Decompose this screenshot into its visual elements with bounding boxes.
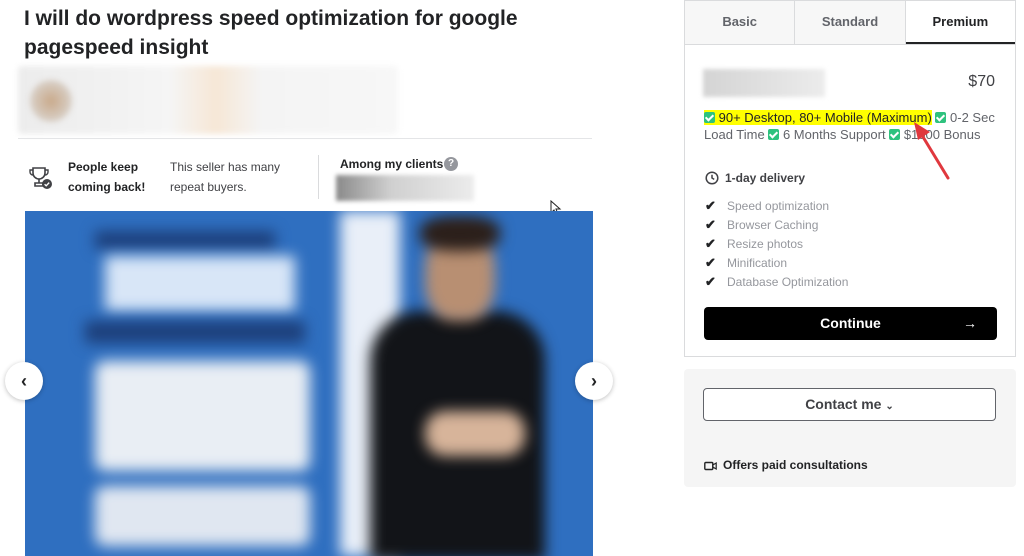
among-my-clients-label: Among my clients: [340, 157, 444, 171]
contact-panel: Contact me ⌄ Offers paid consultations: [684, 369, 1016, 487]
gallery-blur-shape: [105, 256, 295, 311]
package-panel: Basic Standard Premium $70 90+ Desktop, …: [684, 0, 1016, 357]
contact-me-button[interactable]: Contact me ⌄: [703, 388, 996, 421]
arrow-right-icon: →: [963, 315, 977, 331]
clock-icon: [705, 171, 719, 185]
seller-info-blurred: [18, 66, 398, 134]
continue-label: Continue: [820, 315, 881, 331]
list-item: ✔ Speed optimization: [705, 196, 848, 215]
list-item: ✔ Database Optimization: [705, 272, 848, 291]
repeat-buyers-text: This seller has many repeat buyers.: [170, 160, 281, 194]
package-price: $70: [968, 73, 995, 90]
desc-support: 6 Months Support: [782, 127, 886, 142]
vertical-divider: [318, 155, 319, 199]
feature-label: Minification: [727, 255, 788, 270]
help-icon[interactable]: ?: [444, 157, 458, 171]
green-check-icon: [704, 112, 715, 123]
red-annotation-arrow-icon: [914, 122, 950, 180]
paid-consult-label: Offers paid consultations: [723, 458, 868, 472]
gallery-blur-shape: [95, 361, 310, 471]
checkmark-icon: ✔: [705, 273, 716, 289]
package-tabs: Basic Standard Premium: [685, 1, 1015, 45]
checkmark-icon: ✔: [705, 216, 716, 232]
gallery-next-button[interactable]: ›: [575, 362, 613, 400]
tab-basic[interactable]: Basic: [685, 1, 796, 44]
tab-premium[interactable]: Premium: [905, 1, 1015, 44]
gallery-blur-shape: [95, 231, 275, 249]
feature-label: Resize photos: [727, 236, 804, 251]
package-name-blurred: [703, 69, 825, 97]
checkmark-icon: ✔: [705, 197, 716, 213]
keep-coming-back-text: People keep coming back!: [68, 160, 146, 194]
gallery-person-arms: [425, 411, 525, 456]
green-check-icon: [768, 129, 780, 140]
tab-standard[interactable]: Standard: [795, 1, 906, 44]
contact-label: Contact me: [805, 396, 882, 412]
gallery-person-hair: [420, 216, 500, 251]
gallery-prev-button[interactable]: ‹: [5, 362, 43, 400]
divider: [18, 138, 592, 139]
gig-title: I will do wordpress speed optimization f…: [24, 7, 518, 59]
gallery-blur-shape: [95, 486, 310, 546]
gig-image-gallery[interactable]: [25, 211, 593, 556]
feature-label: Speed optimization: [727, 198, 830, 213]
trophy-icon: [29, 167, 52, 189]
client-logos-blurred: [336, 175, 474, 201]
list-item: ✔ Minification: [705, 253, 848, 272]
checkmark-icon: ✔: [705, 254, 716, 270]
checkmark-icon: ✔: [705, 235, 716, 251]
delivery-label: 1-day delivery: [725, 171, 806, 185]
feature-label: Database Optimization: [727, 274, 849, 289]
highlighted-text: 90+ Desktop, 80+ Mobile (Maximum): [704, 110, 932, 125]
gallery-blur-shape: [85, 321, 305, 343]
chevron-down-icon: ⌄: [885, 401, 894, 412]
feature-list: ✔ Speed optimization ✔ Browser Caching ✔ Re…: [705, 196, 848, 291]
desc-highlighted: 90+ Desktop, 80+ Mobile (Maximum): [718, 110, 932, 125]
green-check-icon: [889, 129, 901, 140]
continue-button[interactable]: Continue →: [704, 307, 997, 340]
list-item: ✔ Resize photos: [705, 234, 848, 253]
video-camera-icon: [704, 461, 717, 471]
feature-label: Browser Caching: [727, 217, 819, 232]
list-item: ✔ Browser Caching: [705, 215, 848, 234]
avatar: [30, 80, 72, 122]
paid-consultations: Offers paid consultations: [704, 458, 868, 472]
delivery-time: 1-day delivery: [705, 171, 805, 185]
